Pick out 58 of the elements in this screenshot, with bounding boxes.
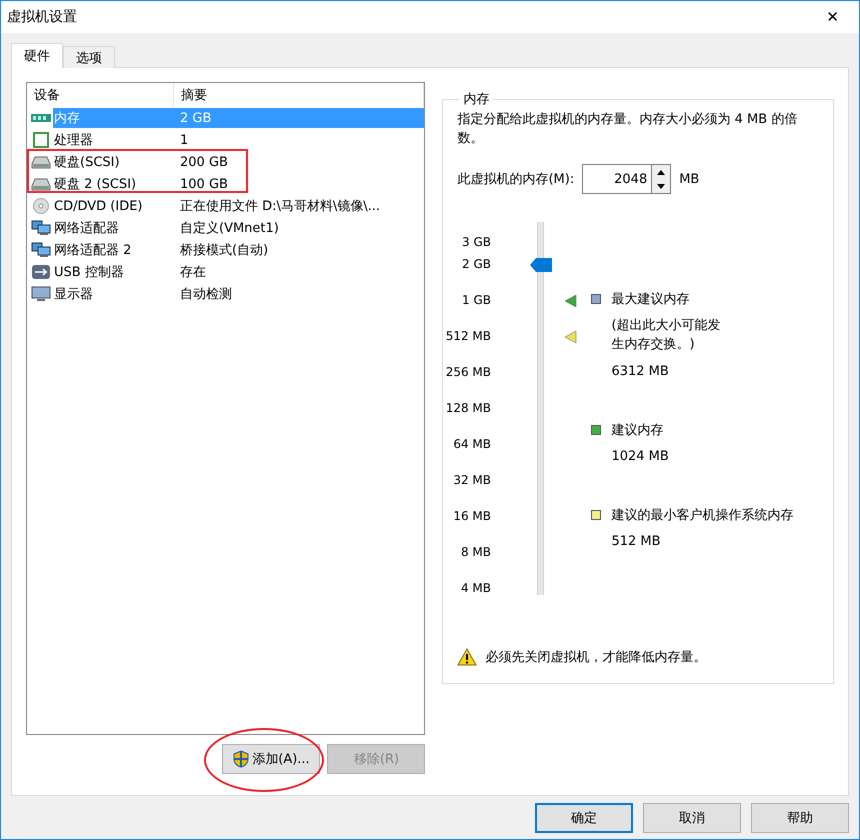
unit-label: MB (679, 172, 700, 186)
device-summary[interactable]: 存在 (174, 262, 424, 282)
group-title: 内存 (462, 91, 490, 108)
warning-text: 必须先关闭虚拟机，才能降低内存量。 (485, 649, 706, 666)
dialog-button[interactable]: 取消 (643, 803, 741, 833)
device-name[interactable]: 网络适配器 2 (53, 240, 174, 260)
window-title: 虚拟机设置 (7, 8, 77, 26)
close-button[interactable]: ✕ (816, 8, 849, 26)
scale-label: 256 MB (446, 365, 491, 379)
legend-label: 建议的最小客户机操作系统内存 (611, 507, 794, 524)
scale-label: 8 MB (460, 545, 491, 559)
memory-description: 指定分配给此虚拟机的内存量。内存大小必须为 4 MB 的倍数。 (457, 111, 798, 148)
device-summary[interactable]: 桥接模式(自动) (174, 240, 424, 260)
legend-label: 建议内存 (611, 422, 664, 439)
scale-label: 3 GB (462, 235, 491, 249)
field-label: 此虚拟机的内存(M): (457, 171, 574, 188)
device-name[interactable]: 硬盘(SCSI) (53, 152, 174, 172)
dialog-button[interactable]: 帮助 (751, 803, 849, 833)
legend-label: 最大建议内存 (611, 291, 690, 308)
network-icon (31, 242, 51, 258)
disc-icon (31, 198, 51, 214)
device-name[interactable]: 硬盘 2 (SCSI) (53, 174, 174, 194)
scale-label: 4 MB (460, 581, 491, 595)
tab[interactable]: 选项 (63, 46, 115, 68)
device-name[interactable]: 显示器 (53, 284, 174, 304)
legend-value: 1024 MB (611, 448, 670, 466)
processor-icon (31, 132, 51, 148)
dialog-button[interactable]: 确定 (535, 803, 633, 833)
scale-label: 32 MB (453, 473, 491, 487)
device-summary[interactable]: 200 GB (174, 152, 424, 172)
device-name[interactable]: 处理器 (53, 130, 174, 150)
device-summary[interactable]: 100 GB (174, 174, 424, 194)
scale-label: 16 MB (453, 509, 491, 523)
tab[interactable]: 硬件 (11, 43, 63, 68)
usb-icon (31, 264, 51, 280)
device-summary[interactable]: 自定义(VMnet1) (174, 218, 424, 238)
monitor-icon (31, 286, 51, 302)
device-summary[interactable]: 自动检测 (174, 284, 424, 304)
device-name[interactable]: USB 控制器 (53, 262, 174, 282)
scale-label: 1 GB (462, 293, 491, 307)
slider-thumb[interactable] (530, 258, 552, 272)
scale-label: 512 MB (446, 329, 491, 343)
scale-label: 128 MB (446, 401, 491, 415)
warning-icon (457, 648, 478, 666)
column-header[interactable]: 摘要 (174, 83, 424, 107)
device-name[interactable]: 网络适配器 (53, 218, 174, 238)
add-button[interactable]: 添加(A)... (222, 744, 320, 774)
device-summary[interactable]: 正在使用文件 D:\马哥材料\镜像\... (174, 196, 424, 216)
device-name[interactable]: CD/DVD (IDE) (53, 196, 174, 216)
legend-value: 6312 MB (611, 363, 670, 381)
device-summary[interactable]: 1 (174, 130, 424, 150)
scale-label: 2 GB (462, 257, 491, 271)
memory-field[interactable]: 2048 (582, 164, 652, 194)
column-header[interactable]: 设备 (27, 83, 174, 107)
legend-note: (超出此大小可能发生内存交换。) (611, 317, 722, 354)
legend-value: 512 MB (611, 533, 662, 551)
network-icon (31, 220, 51, 236)
scale-label: 64 MB (453, 437, 491, 451)
